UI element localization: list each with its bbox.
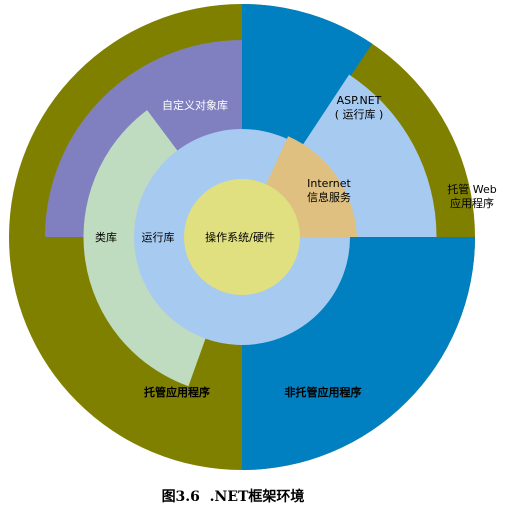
custom-object-library-label: 自定义对象库 xyxy=(162,98,228,112)
iis-label-line2: 信息服务 xyxy=(307,190,351,204)
unmanaged-apps-label: 非托管应用程序 xyxy=(285,385,362,399)
os-hardware-label: 操作系统/硬件 xyxy=(205,230,275,244)
figure-caption: 图3.6 .NET框架环境 xyxy=(162,488,305,505)
aspnet-label-line2: ( 运行库 ) xyxy=(335,108,384,121)
aspnet-label-line1: ASP.NET xyxy=(337,94,382,107)
iis-label-line1: Internet xyxy=(307,177,351,190)
managed-apps-label: 托管应用程序 xyxy=(144,385,210,399)
managed-web-label-line1: 托管 Web xyxy=(447,182,496,196)
dotnet-framework-diagram: 操作系统/硬件 运行库 类库 自定义对象库 ASP.NET ( 运行库 ) In… xyxy=(9,3,497,505)
runtime-label: 运行库 xyxy=(142,231,175,244)
managed-web-label-line2: 应用程序 xyxy=(450,196,494,210)
class-library-label: 类库 xyxy=(95,230,117,244)
